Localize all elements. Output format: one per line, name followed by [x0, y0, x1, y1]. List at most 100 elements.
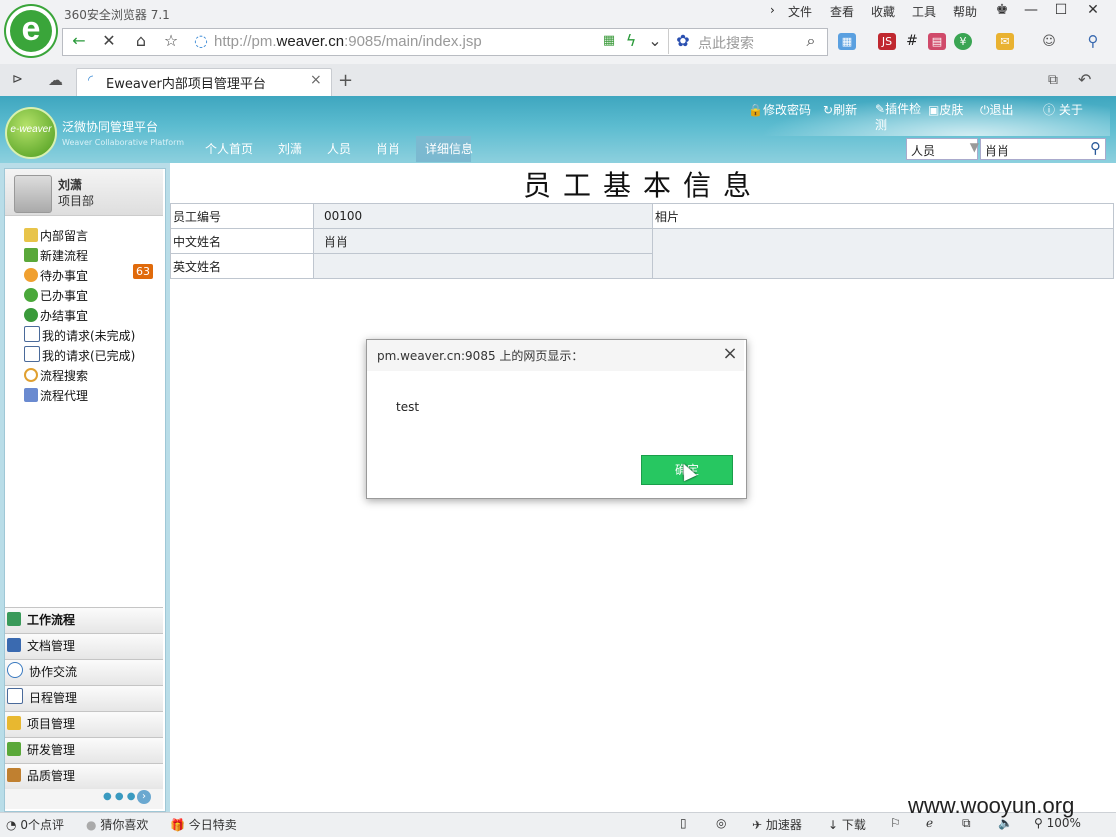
skin-icon: ▣ [928, 103, 940, 117]
label-employee-id: 员工编号 [170, 203, 314, 229]
tab-details[interactable]: 详细信息 [425, 136, 473, 162]
tab-xiaoxiao[interactable]: 肖肖 [376, 136, 400, 162]
deals-item[interactable]: 🎁 今日特卖 [170, 816, 237, 833]
chevron-right-icon[interactable]: › [770, 3, 775, 17]
staff-search-input[interactable]: 肖肖 ⚲ [980, 138, 1106, 160]
menu-favorites[interactable]: 收藏 [871, 3, 895, 20]
browser-title: 360安全浏览器 7.1 [64, 8, 170, 22]
logout-link[interactable]: ⏻退出 [980, 101, 1014, 118]
coupon-icon[interactable]: ✉ [996, 33, 1014, 50]
speed-icon[interactable]: ◎ [716, 816, 726, 830]
tab-staff[interactable]: 人员 [327, 136, 351, 162]
comments-item[interactable]: ◔ 0个点评 [6, 816, 64, 833]
home-icon[interactable]: ⌂ [130, 31, 152, 51]
module-schedule[interactable]: 日程管理 [5, 685, 163, 711]
sidebar-item-new-flow[interactable]: 新建流程 [24, 246, 88, 266]
module-projects[interactable]: 项目管理 [5, 711, 163, 737]
gift-icon: 🎁 [170, 818, 185, 832]
plugin-check-link[interactable]: ✎插件检测 [875, 101, 923, 133]
module-documents[interactable]: 文档管理 [5, 633, 163, 659]
tab-home[interactable]: 个人首页 [205, 136, 253, 162]
maximize-button[interactable]: ☐ [1046, 0, 1076, 20]
search-icon[interactable]: ⌕ [800, 31, 822, 51]
menu-file[interactable]: 文件 [788, 3, 812, 20]
guess-item[interactable]: ● 猜你喜欢 [86, 816, 148, 833]
agent-icon [24, 388, 38, 402]
new-tab-button[interactable]: + [338, 70, 353, 91]
payment-shield-icon[interactable]: ¥ [954, 33, 972, 50]
js-icon[interactable]: JS [878, 33, 896, 50]
skin-link[interactable]: ▣皮肤 [928, 101, 963, 118]
photo-cell [652, 228, 1114, 279]
refresh-link[interactable]: ↻刷新 [823, 101, 857, 118]
zoom-icon[interactable]: ⚲ [1084, 33, 1102, 50]
app-name: 泛微协同管理平台 [62, 120, 159, 134]
sidebar-item-done[interactable]: 已办事宜 [24, 286, 88, 306]
phone-icon[interactable]: ▯ [680, 816, 687, 830]
app-logo: e-weaver [5, 107, 57, 159]
star-icon[interactable]: ☆ [160, 31, 182, 51]
sidebar-item-flow-agent[interactable]: 流程代理 [24, 386, 88, 406]
qr-code-icon[interactable]: ▦ [598, 31, 620, 51]
site-security-icon: ◌ [194, 31, 208, 50]
sidebar-item-my-requests-done[interactable]: 我的请求(已完成) [24, 346, 135, 366]
lock-icon: 🔒 [748, 103, 763, 117]
cube-icon [7, 716, 21, 730]
apps-icon[interactable]: ▦ [838, 33, 856, 50]
flag-icon[interactable]: ⚐ [890, 816, 901, 830]
lightning-icon[interactable]: ϟ [620, 31, 642, 51]
module-collaboration[interactable]: 协作交流 [5, 659, 163, 685]
sidebar-item-messages[interactable]: 内部留言 [24, 226, 88, 246]
return-icon [24, 308, 38, 322]
image-tool-icon[interactable]: ▤ [928, 33, 946, 50]
about-link[interactable]: ⓘ 关于 [1043, 101, 1083, 118]
back-icon[interactable]: ← [68, 31, 90, 51]
tab-title: Eweaver内部项目管理平台 [106, 77, 266, 92]
page-title: 员工基本信息 [522, 169, 763, 202]
search-input[interactable]: 点此搜索 [698, 33, 754, 53]
sidebar-item-pending[interactable]: 待办事宜 [24, 266, 88, 286]
cloud-icon[interactable]: ☁ [48, 71, 63, 89]
undo-close-icon[interactable]: ↶ [1078, 70, 1091, 89]
stop-icon[interactable]: ✕ [98, 31, 120, 51]
arrow-up-icon [24, 248, 38, 262]
download-icon: ↓ [828, 818, 839, 832]
rocket-icon: ✈ [752, 818, 763, 832]
baidu-paw-icon[interactable]: ✿ [672, 31, 694, 51]
menu-help[interactable]: 帮助 [953, 3, 977, 20]
module-workflow[interactable]: 工作流程 [5, 607, 163, 633]
module-quality[interactable]: 品质管理 [5, 763, 163, 789]
note-icon [24, 228, 38, 242]
chevron-down-icon[interactable]: ⌄ [644, 31, 666, 51]
close-window-button[interactable]: ✕ [1078, 0, 1108, 20]
hash-icon[interactable]: # [903, 33, 921, 50]
shirt-icon[interactable]: ♚ [987, 0, 1017, 20]
chevron-right-icon[interactable]: › [137, 790, 151, 804]
url-text[interactable]: http://pm.weaver.cn:9085/main/index.jsp [214, 33, 482, 50]
magnifier-icon [24, 368, 38, 382]
sidebar-toggle-icon[interactable]: ⊳ [12, 72, 23, 87]
menu-tools[interactable]: 工具 [912, 3, 936, 20]
pager-dots[interactable]: ● ● ● [103, 791, 136, 802]
search-type-select[interactable]: 人员 ▼ [906, 138, 979, 160]
accelerator-item[interactable]: ✈ 加速器 [752, 816, 802, 833]
download-item[interactable]: ↓ 下载 [828, 816, 866, 833]
sidebar-item-flow-search[interactable]: 流程搜索 [24, 366, 88, 386]
screenshot-icon[interactable]: ☺ [1040, 33, 1058, 50]
change-password-link[interactable]: 🔒修改密码 [748, 101, 811, 118]
browser-logo-icon[interactable]: e [6, 6, 56, 56]
close-icon[interactable]: × [720, 343, 740, 365]
divider [668, 28, 669, 54]
dropdown-arrow-icon: ▼ [969, 140, 979, 154]
tabs-menu-icon[interactable]: ⧉ [1048, 72, 1058, 88]
sidebar-item-my-requests-open[interactable]: 我的请求(未完成) [24, 326, 135, 346]
tab-close-icon[interactable]: × [310, 72, 322, 88]
search-icon[interactable]: ⚲ [1090, 139, 1101, 157]
module-rnd[interactable]: 研发管理 [5, 737, 163, 763]
workflow-icon [7, 612, 21, 626]
tab-liuxiao[interactable]: 刘潇 [278, 136, 302, 162]
value-employee-id: 00100 [313, 203, 653, 229]
minimize-button[interactable]: — [1016, 0, 1046, 20]
menu-view[interactable]: 查看 [830, 3, 854, 20]
sidebar-item-finished[interactable]: 办结事宜 [24, 306, 88, 326]
